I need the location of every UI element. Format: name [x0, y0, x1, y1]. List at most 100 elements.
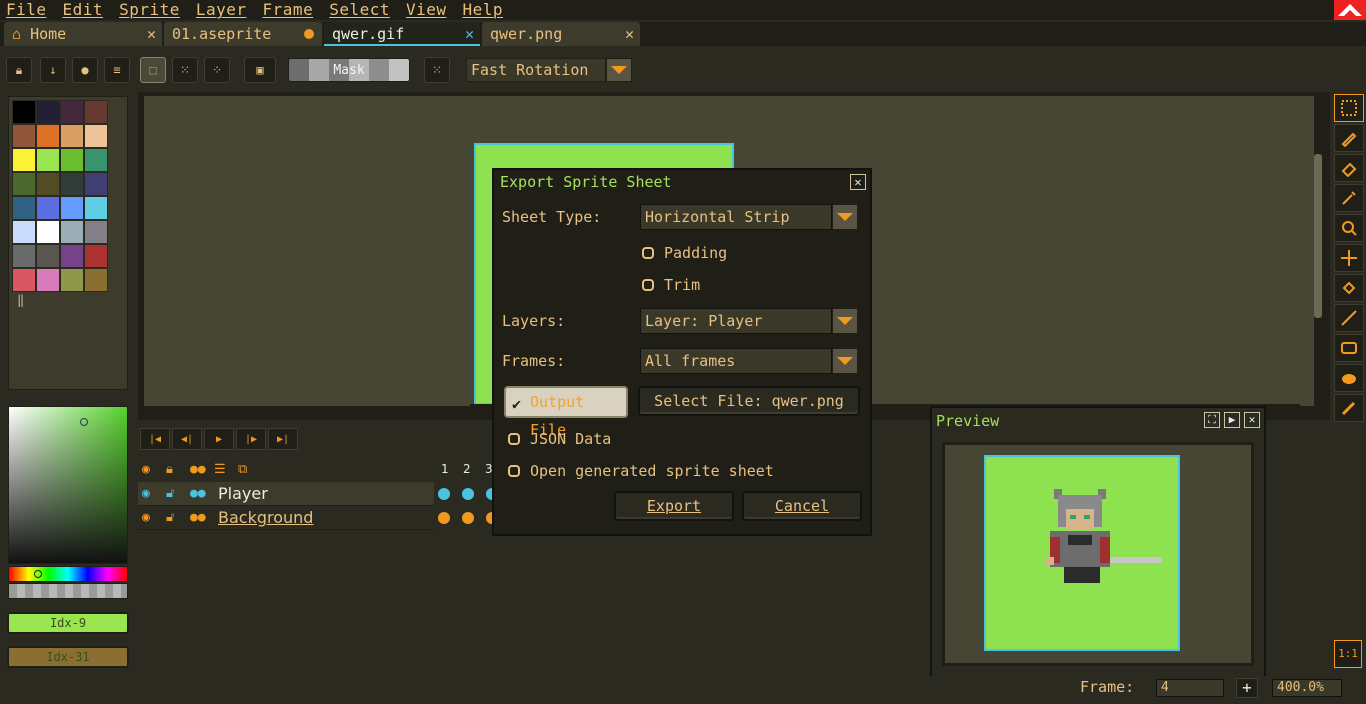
frame-number[interactable]: 1 [441, 462, 449, 476]
unlock-icon[interactable]: 🔓︎ [166, 510, 174, 525]
first-frame-icon[interactable]: |◀ [140, 428, 170, 450]
pivot-icon[interactable]: ● [72, 57, 98, 83]
selection-replace-icon[interactable]: ⬚ [140, 57, 166, 83]
palette-swatch[interactable] [84, 220, 108, 244]
eye-icon[interactable]: ◉ [142, 462, 150, 477]
tab-01-aseprite[interactable]: 01.aseprite [164, 22, 322, 46]
eye-icon[interactable]: ◉ [142, 486, 150, 501]
palette-swatch[interactable] [60, 196, 84, 220]
output-file-toggle[interactable]: ✔ Output File [504, 386, 628, 439]
play-icon[interactable]: ▶ [204, 428, 234, 450]
palette-swatch[interactable] [36, 148, 60, 172]
menu-layer[interactable]: Layer [188, 0, 255, 20]
close-icon[interactable]: ✕ [1244, 412, 1260, 428]
rectangular-marquee-icon[interactable] [1334, 94, 1364, 122]
palette-swatch[interactable] [84, 244, 108, 268]
lock-icon[interactable]: 🔒︎ [166, 462, 173, 477]
menu-sprite[interactable]: Sprite [111, 0, 188, 20]
eyedropper-icon[interactable] [1334, 184, 1364, 212]
previous-frame-icon[interactable]: ◀| [172, 428, 202, 450]
contour-icon[interactable] [1334, 364, 1364, 392]
menu-lines-icon[interactable]: ≡ [104, 57, 130, 83]
frame-input[interactable]: 4 [1156, 679, 1224, 697]
eye-icon[interactable]: ◉ [142, 510, 150, 525]
lock-icon[interactable]: 🔒︎ [6, 57, 32, 83]
palette-swatch[interactable] [84, 196, 108, 220]
layer-name[interactable]: Player [218, 484, 268, 503]
zoom-input[interactable]: 400.0% [1272, 679, 1342, 697]
pivot-grid-icon[interactable]: ⁙ [424, 57, 450, 83]
vertical-scrollbar[interactable] [1314, 154, 1322, 318]
palette-swatch[interactable] [36, 172, 60, 196]
open-generated-checkbox[interactable]: Open generated sprite sheet [508, 462, 774, 480]
pencil-icon[interactable] [1334, 124, 1364, 152]
move-icon[interactable] [1334, 244, 1364, 272]
eraser-icon[interactable] [1334, 154, 1364, 182]
palette-swatch[interactable] [12, 220, 36, 244]
palette-swatch[interactable] [60, 172, 84, 196]
hue-slider[interactable] [8, 566, 128, 582]
chevron-down-icon[interactable] [832, 308, 858, 334]
menu-view[interactable]: View [398, 0, 455, 20]
zoom-icon[interactable] [1334, 214, 1364, 242]
chevron-down-icon[interactable] [832, 348, 858, 374]
rotation-algorithm-select[interactable]: Fast Rotation [466, 58, 606, 82]
next-frame-icon[interactable]: |▶ [236, 428, 266, 450]
rectangle-icon[interactable] [1334, 334, 1364, 362]
menu-frame[interactable]: Frame [255, 0, 322, 20]
palette-swatch[interactable] [12, 172, 36, 196]
palette-swatch[interactable] [60, 244, 84, 268]
continuous-icon[interactable]: ●● [190, 510, 206, 525]
continuous-icon[interactable]: ●● [190, 462, 206, 477]
close-icon[interactable]: ✕ [465, 22, 474, 46]
close-icon[interactable]: ✕ [147, 22, 156, 46]
palette-swatch[interactable] [12, 268, 36, 292]
menu-file[interactable]: File [0, 0, 55, 20]
paint-bucket-icon[interactable] [1334, 274, 1364, 302]
palette-swatch[interactable] [60, 220, 84, 244]
palette-swatch[interactable] [60, 100, 84, 124]
menu-edit[interactable]: Edit [55, 0, 112, 20]
select-file-button[interactable]: Select File: qwer.png [638, 386, 860, 416]
link-cels-icon[interactable]: ⧉ [238, 462, 247, 477]
settings-icon[interactable]: ☰ [214, 462, 226, 477]
foreground-color-button[interactable]: Idx-9 [7, 612, 129, 634]
close-icon[interactable]: ✕ [625, 22, 634, 46]
palette-swatch[interactable] [36, 268, 60, 292]
palette-swatch[interactable] [84, 172, 108, 196]
selection-subtract-icon[interactable]: ⁘ [204, 57, 230, 83]
layer-row-player[interactable]: ◉ 🔓︎ ●● Player [138, 482, 434, 506]
line-icon[interactable] [1334, 304, 1364, 332]
palette-swatch[interactable] [84, 148, 108, 172]
tab-qwer-png[interactable]: qwer.png ✕ [482, 22, 640, 46]
padding-checkbox[interactable]: Padding [642, 244, 727, 262]
palette-swatch[interactable] [12, 196, 36, 220]
palette-swatch[interactable] [12, 100, 36, 124]
play-icon[interactable]: ▶ [1224, 412, 1240, 428]
cel-icon[interactable] [438, 488, 450, 500]
palette-swatch[interactable] [12, 124, 36, 148]
json-data-checkbox[interactable]: JSON Data [508, 430, 611, 448]
palette-swatch[interactable] [84, 268, 108, 292]
mask-color-button[interactable]: Mask [288, 58, 410, 82]
layers-select[interactable]: Layer: Player [640, 308, 832, 334]
cancel-button[interactable]: Cancel [742, 491, 862, 521]
transparent-color-icon[interactable]: ▣ [244, 57, 276, 83]
palette-swatch[interactable] [60, 148, 84, 172]
trim-checkbox[interactable]: Trim [642, 276, 700, 294]
palette-swatch[interactable] [36, 244, 60, 268]
zoom-one-to-one-button[interactable]: 1:1 [1334, 640, 1362, 668]
palette-swatch[interactable] [36, 220, 60, 244]
color-spectrum[interactable] [8, 406, 128, 564]
palette-swatch[interactable] [84, 124, 108, 148]
menu-select[interactable]: Select [321, 0, 398, 20]
palette-swatch[interactable] [36, 100, 60, 124]
cel-icon[interactable] [462, 512, 474, 524]
palette-swatch[interactable] [60, 124, 84, 148]
tab-home[interactable]: ⌂ Home ✕ [4, 22, 162, 46]
palette-swatch[interactable] [84, 100, 108, 124]
hue-cursor-icon[interactable] [34, 570, 42, 578]
chevron-down-icon[interactable] [606, 58, 632, 82]
blur-icon[interactable] [1334, 394, 1364, 422]
cel-icon[interactable] [462, 488, 474, 500]
